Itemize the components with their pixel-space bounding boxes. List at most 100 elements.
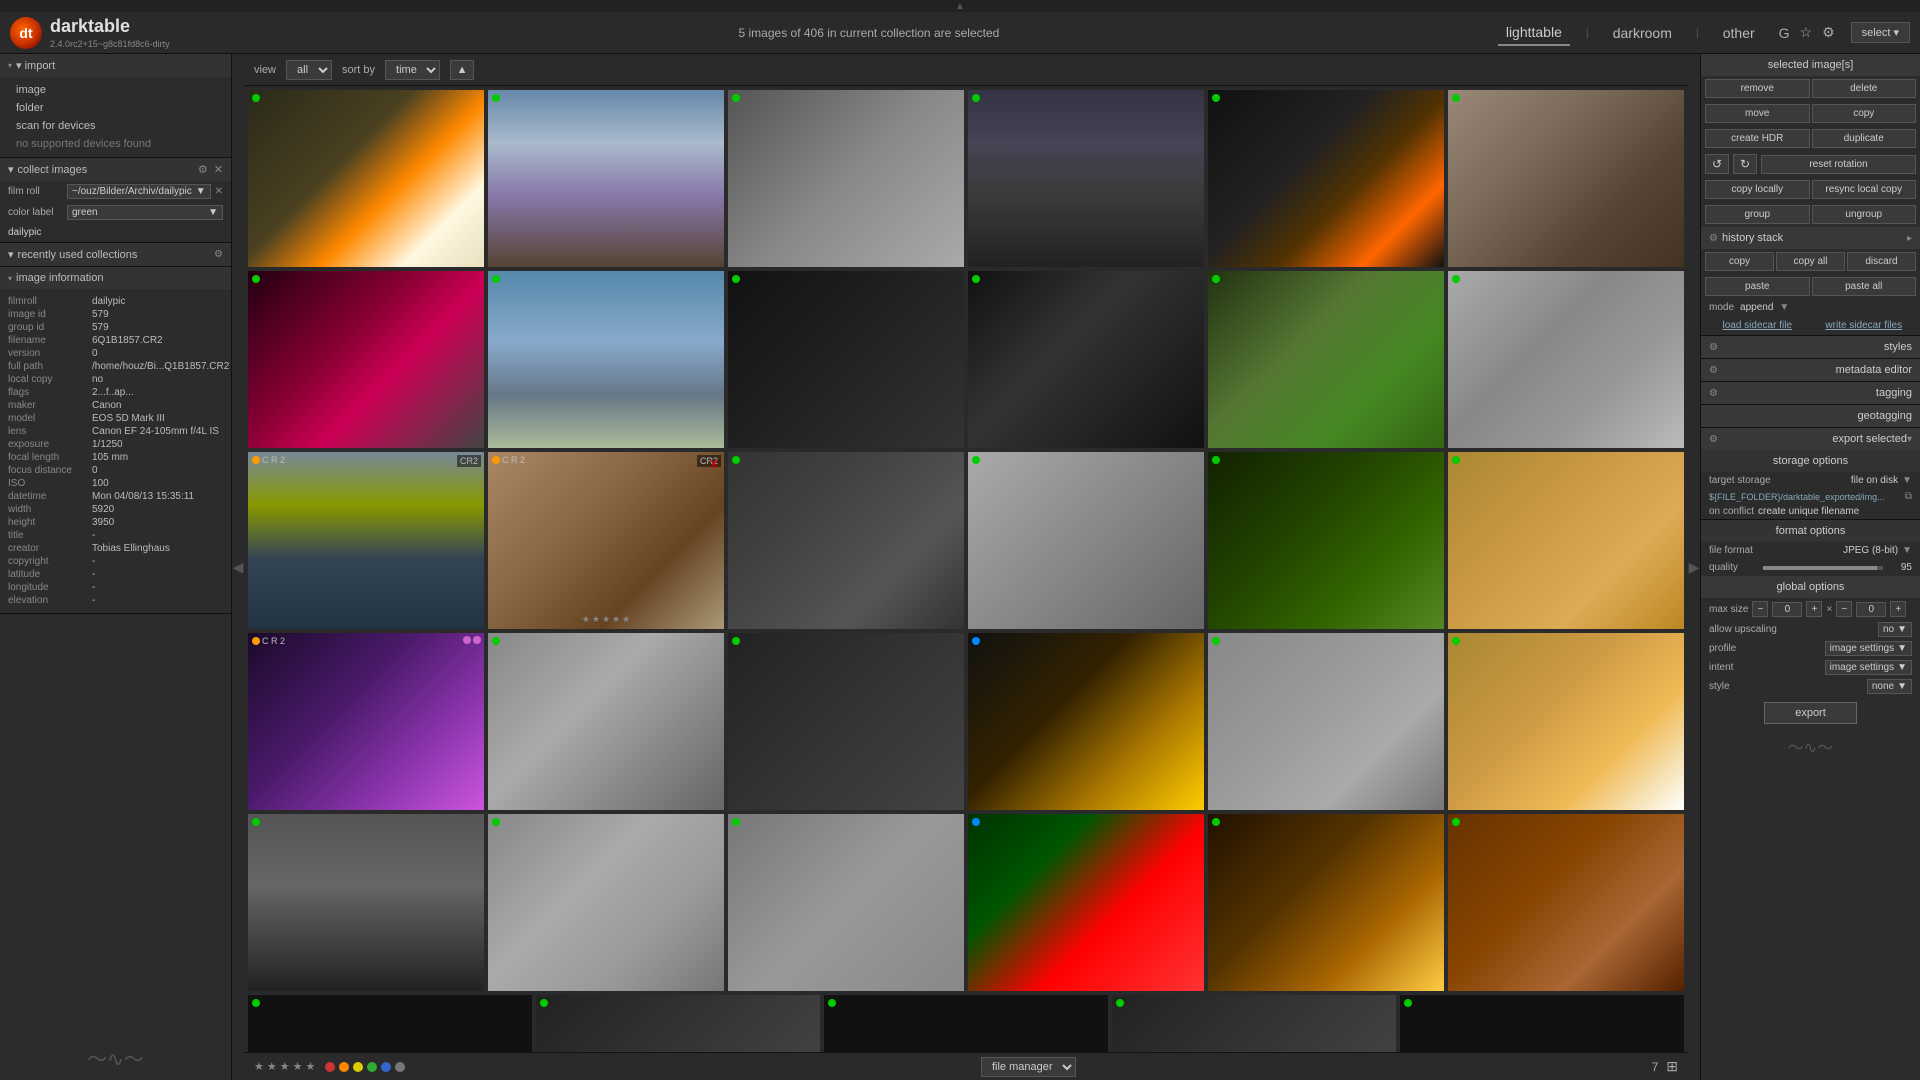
- grid-cell[interactable]: [1208, 452, 1444, 629]
- export-button[interactable]: export: [1764, 702, 1857, 724]
- star-icon[interactable]: ☆: [1800, 24, 1813, 41]
- remove-button[interactable]: remove: [1705, 79, 1810, 98]
- grid-cell[interactable]: [1448, 452, 1684, 629]
- delete-button[interactable]: delete: [1812, 79, 1917, 98]
- grid-cell[interactable]: [1208, 814, 1444, 991]
- star-3[interactable]: ★: [280, 1060, 290, 1073]
- grid-cell[interactable]: [728, 633, 964, 810]
- history-copy-button[interactable]: copy: [1705, 252, 1774, 271]
- grid-cell[interactable]: [968, 452, 1204, 629]
- color-dot-gray[interactable]: [395, 1062, 405, 1072]
- export-settings-icon[interactable]: ⚙: [1709, 434, 1718, 445]
- resync-local-copy-button[interactable]: resync local copy: [1812, 180, 1917, 199]
- view-mode-select[interactable]: file manager: [981, 1057, 1076, 1077]
- history-paste-all-button[interactable]: paste all: [1812, 277, 1917, 296]
- grid-cell[interactable]: [968, 90, 1204, 267]
- grid-cell[interactable]: CR2 C R 2 ✕ ★ ★ ★ ★ ★: [488, 452, 724, 629]
- nav-darkroom[interactable]: darkroom: [1605, 21, 1680, 45]
- max-size-w-minus[interactable]: −: [1752, 601, 1768, 617]
- file-format-arrow[interactable]: ▼: [1902, 545, 1912, 556]
- sort-select[interactable]: time: [385, 60, 440, 80]
- import-folder[interactable]: folder: [0, 99, 231, 117]
- allow-upscaling-value[interactable]: no ▼: [1878, 622, 1912, 637]
- history-stack-header[interactable]: ⚙ history stack ▸: [1701, 227, 1920, 249]
- grid-cell[interactable]: [488, 633, 724, 810]
- view-select[interactable]: all: [286, 60, 332, 80]
- grid-cell[interactable]: [488, 271, 724, 448]
- collect-settings-icon[interactable]: ⚙: [198, 163, 208, 176]
- import-header[interactable]: ▾ ▾ import: [0, 54, 231, 77]
- group-button[interactable]: group: [1705, 205, 1810, 224]
- collect-close-icon[interactable]: ✕: [214, 163, 223, 176]
- star-4[interactable]: ★: [293, 1060, 303, 1073]
- star-5[interactable]: ★: [306, 1060, 316, 1073]
- tagging-gear[interactable]: ⚙: [1709, 388, 1718, 399]
- rating-stars[interactable]: ★ ★ ★ ★ ★: [254, 1060, 315, 1073]
- selected-images-header[interactable]: selected image[s]: [1701, 54, 1920, 76]
- grid-cell[interactable]: [728, 271, 964, 448]
- recently-settings-icon[interactable]: ⚙: [214, 249, 223, 260]
- history-discard-button[interactable]: discard: [1847, 252, 1916, 271]
- grid-cell[interactable]: [1448, 90, 1684, 267]
- grid-cell[interactable]: [824, 995, 1108, 1052]
- color-label-dropdown[interactable]: green ▼: [67, 205, 223, 220]
- copy-locally-button[interactable]: copy locally: [1705, 180, 1810, 199]
- select-button[interactable]: select ▾: [1851, 22, 1910, 43]
- grid-cell[interactable]: [488, 90, 724, 267]
- star-2[interactable]: ★: [267, 1060, 277, 1073]
- global-options-header[interactable]: global options: [1701, 576, 1920, 598]
- grid-cell[interactable]: [1448, 814, 1684, 991]
- styles-gear[interactable]: ⚙: [1709, 342, 1718, 353]
- grid-cell[interactable]: [728, 90, 964, 267]
- color-dot-orange[interactable]: [339, 1062, 349, 1072]
- image-info-header[interactable]: ▾ image information: [0, 267, 231, 289]
- load-sidecar-link[interactable]: load sidecar file: [1705, 318, 1810, 333]
- grid-cell[interactable]: [968, 633, 1204, 810]
- grid-cell[interactable]: [488, 814, 724, 991]
- rotate-cw-button[interactable]: ↻: [1733, 154, 1757, 174]
- max-size-h-minus[interactable]: −: [1836, 601, 1852, 617]
- film-roll-dropdown[interactable]: ~/ouz/Bilder/Archiv/dailypic ▼: [67, 184, 211, 199]
- right-collapse-handle[interactable]: ▶: [1688, 54, 1700, 1080]
- target-storage-arrow[interactable]: ▼: [1902, 475, 1912, 486]
- create-hdr-button[interactable]: create HDR: [1705, 129, 1810, 148]
- grid-cell[interactable]: [1208, 271, 1444, 448]
- grid-cell[interactable]: [1112, 995, 1396, 1052]
- format-options-header[interactable]: format options: [1701, 520, 1920, 542]
- max-size-w-plus[interactable]: +: [1806, 601, 1822, 617]
- max-size-w-input[interactable]: [1772, 602, 1802, 617]
- settings-icon[interactable]: ⚙: [1822, 24, 1835, 41]
- max-size-h-plus[interactable]: +: [1890, 601, 1906, 617]
- geotagging-section[interactable]: geotagging: [1701, 404, 1920, 427]
- grid-cell[interactable]: [1400, 995, 1684, 1052]
- copy-button[interactable]: copy: [1812, 104, 1917, 123]
- top-collapse-handle[interactable]: ▲: [0, 0, 1920, 12]
- style-value[interactable]: none ▼: [1867, 679, 1912, 694]
- history-settings-icon[interactable]: ⚙: [1709, 233, 1718, 244]
- grid-cell[interactable]: [1448, 271, 1684, 448]
- grid-cell[interactable]: [1448, 633, 1684, 810]
- star-1[interactable]: ★: [254, 1060, 264, 1073]
- grid-cell[interactable]: [248, 271, 484, 448]
- collect-header[interactable]: ▾ collect images ⚙ ✕: [0, 158, 231, 181]
- quality-slider-track[interactable]: [1763, 566, 1883, 570]
- metadata-editor-section[interactable]: ⚙ metadata editor: [1701, 358, 1920, 381]
- grid-cell[interactable]: [248, 995, 532, 1052]
- sort-direction-button[interactable]: ▲: [450, 60, 474, 80]
- geotag-icon[interactable]: G: [1779, 25, 1790, 41]
- mode-arrow[interactable]: ▼: [1779, 302, 1789, 313]
- grid-view-icon[interactable]: ⊞: [1666, 1058, 1678, 1075]
- color-dot-red[interactable]: [325, 1062, 335, 1072]
- grid-cell[interactable]: [968, 814, 1204, 991]
- grid-cell[interactable]: [248, 814, 484, 991]
- grid-cell[interactable]: [728, 452, 964, 629]
- nav-lighttable[interactable]: lighttable: [1498, 20, 1570, 46]
- grid-cell[interactable]: [968, 271, 1204, 448]
- grid-cell[interactable]: C R 2: [248, 633, 484, 810]
- grid-cell[interactable]: [1208, 633, 1444, 810]
- profile-value[interactable]: image settings ▼: [1825, 641, 1912, 656]
- color-dot-yellow[interactable]: [353, 1062, 363, 1072]
- grid-cell[interactable]: [1208, 90, 1444, 267]
- film-roll-clear[interactable]: ✕: [215, 186, 223, 197]
- import-image[interactable]: image: [0, 81, 231, 99]
